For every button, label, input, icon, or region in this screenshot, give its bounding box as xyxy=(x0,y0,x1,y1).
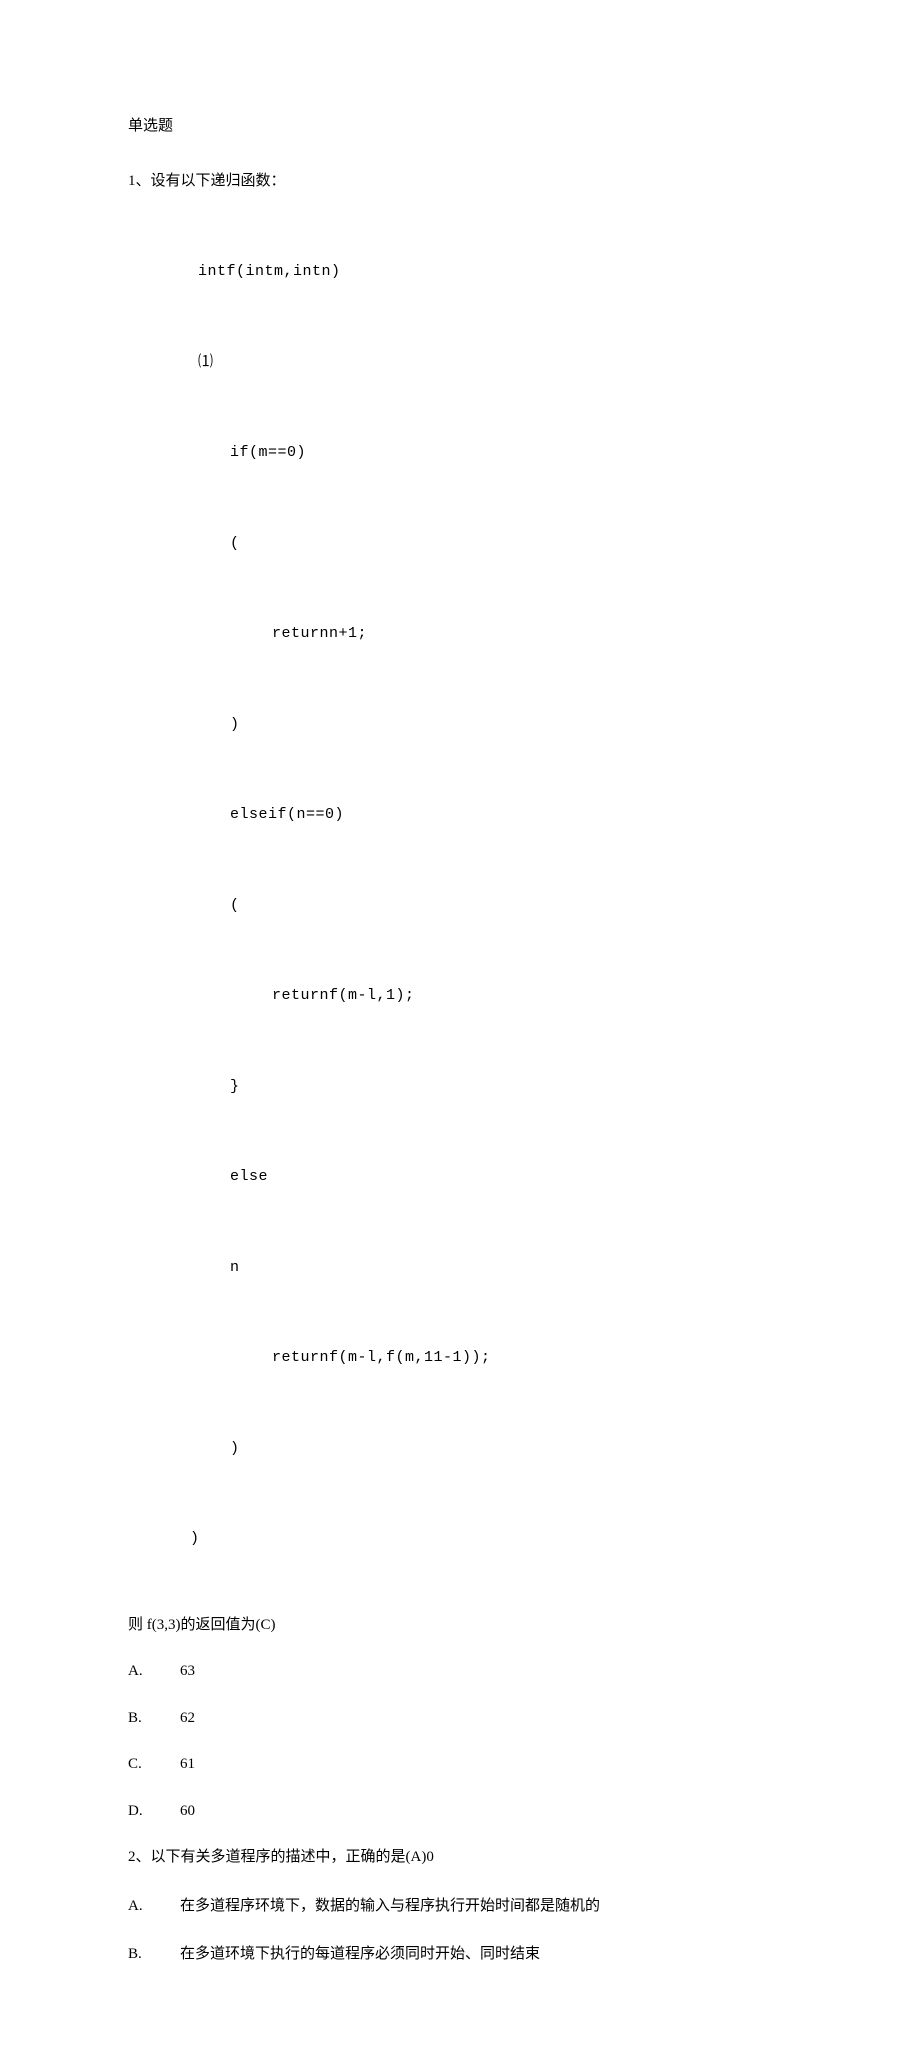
code-line: ) xyxy=(128,1438,792,1461)
code-line: } xyxy=(128,1076,792,1099)
q2-option-b: B.在多道环境下执行的每道程序必须同时开始、同时结束 xyxy=(128,1943,792,1966)
code-line: ⑴ xyxy=(128,352,792,375)
code-line: n xyxy=(128,1257,792,1280)
option-text: 63 xyxy=(180,1663,195,1679)
option-letter: C. xyxy=(128,1753,180,1776)
option-letter: A. xyxy=(128,1660,180,1683)
q2-option-a: A.在多道程序环境下，数据的输入与程序执行开始时间都是随机的 xyxy=(128,1895,792,1918)
option-text: 60 xyxy=(180,1803,195,1819)
code-line: ) xyxy=(128,714,792,737)
option-letter: D. xyxy=(128,1800,180,1823)
code-line: ) xyxy=(128,1528,792,1551)
option-letter: B. xyxy=(128,1707,180,1730)
q1-option-a: A.63 xyxy=(128,1660,792,1683)
code-line: else xyxy=(128,1166,792,1189)
section-title: 单选题 xyxy=(128,115,792,138)
q1-code-block: intf(intm,intn) ⑴ if(m==0) ( returnn+1; … xyxy=(128,216,792,1604)
code-line: elseif(n==0) xyxy=(128,804,792,827)
code-line: intf(intm,intn) xyxy=(128,261,792,284)
q1-option-b: B.62 xyxy=(128,1707,792,1730)
q1-result: 则 f(3,3)的返回值为(C) xyxy=(128,1614,792,1637)
code-line: ( xyxy=(128,895,792,918)
option-text: 61 xyxy=(180,1756,195,1772)
q2-lead: 2、以下有关多道程序的描述中，正确的是(A)0 xyxy=(128,1846,792,1869)
q1-option-d: D.60 xyxy=(128,1800,792,1823)
option-text: 62 xyxy=(180,1710,195,1726)
code-line: returnn+1; xyxy=(128,623,792,646)
code-line: returnf(m-l,1); xyxy=(128,985,792,1008)
q1-option-c: C.61 xyxy=(128,1753,792,1776)
option-letter: A. xyxy=(128,1895,180,1918)
option-letter: B. xyxy=(128,1943,180,1966)
option-text: 在多道程序环境下，数据的输入与程序执行开始时间都是随机的 xyxy=(180,1898,600,1914)
q1-lead: 1、设有以下递归函数： xyxy=(128,170,792,193)
code-line: if(m==0) xyxy=(128,442,792,465)
document-page: 单选题 1、设有以下递归函数： intf(intm,intn) ⑴ if(m==… xyxy=(0,0,920,2052)
code-line: ( xyxy=(128,533,792,556)
code-line: returnf(m-l,f(m,11-1)); xyxy=(128,1347,792,1370)
option-text: 在多道环境下执行的每道程序必须同时开始、同时结束 xyxy=(180,1946,540,1962)
